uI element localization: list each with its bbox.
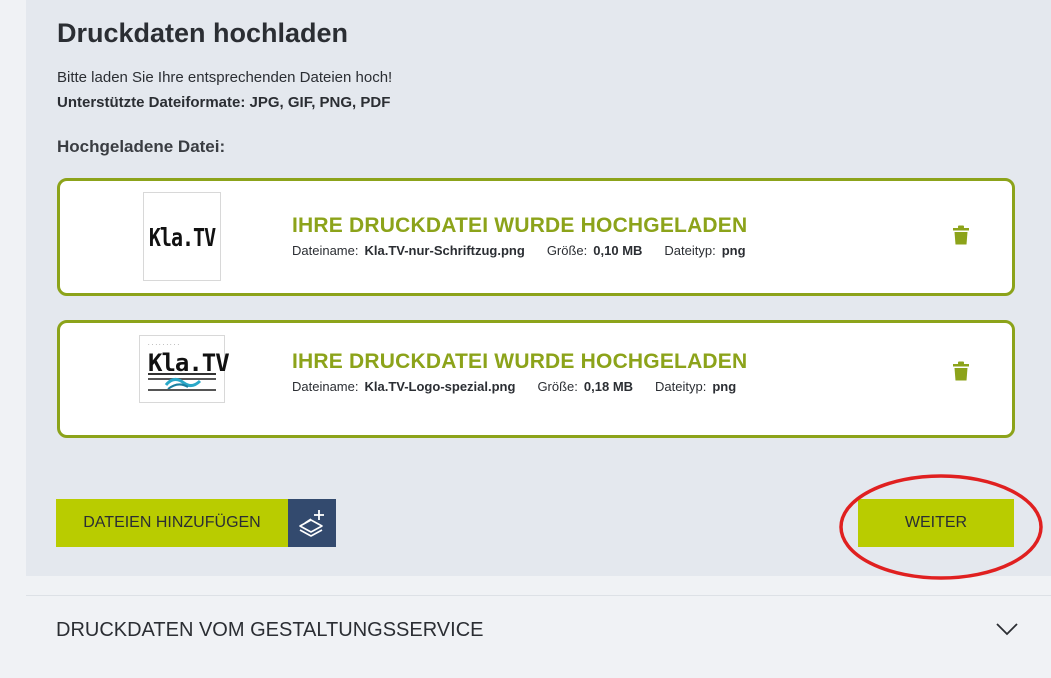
file-size-label: Größe: [537,379,578,394]
page-title: Druckdaten hochladen [57,18,349,48]
next-button[interactable]: WEITER [858,499,1014,547]
trash-icon[interactable] [953,361,969,381]
add-files-icon-button[interactable] [288,499,336,547]
file-meta: Dateiname: Kla.TV-Logo-spezial.png Größe: 0… [292,379,736,394]
upload-instructions: Bitte laden Sie Ihre entsprechenden Date… [57,69,393,86]
trash-icon[interactable] [953,225,969,245]
file-thumbnail: ········· Kla.TV [139,335,230,403]
supported-formats: Unterstützte Dateiformate: JPG, GIF, PNG… [57,94,391,111]
thumbnail-wave-graphic [148,373,216,391]
thumbnail-tagline: ········· [148,342,181,348]
design-service-accordion[interactable]: DRUCKDATEN VOM GESTALTUNGSSERVICE [26,596,1051,668]
chevron-down-icon [996,623,1018,636]
file-size: 0,10 MB [593,243,643,258]
uploaded-file-card: Kla.TV IHRE DRUCKDATEI WURDE HOCHGELADEN… [57,178,1015,296]
file-type: png [712,379,737,394]
file-size-label: Größe: [546,243,588,258]
file-meta: Dateiname: Kla.TV-nur-Schriftzug.png Größe… [292,243,746,258]
layers-plus-icon [299,510,324,537]
file-type: png [721,243,746,258]
upload-panel: Druckdaten hochladen Bitte laden Sie Ihr… [26,0,1051,576]
uploaded-files-heading: Hochgeladene Datei: [57,137,226,156]
uploaded-file-card: ········· Kla.TV IHRE DRUCKDATEI WURDE H… [57,320,1015,438]
file-type-label: Dateityp: [655,379,707,394]
file-thumbnail: Kla.TV [143,192,221,281]
file-name-label: Dateiname: [292,243,359,258]
file-size: 0,18 MB [583,379,634,394]
file-type-label: Dateityp: [664,243,716,258]
upload-status: IHRE DRUCKDATEI WURDE HOCHGELADEN [292,214,748,237]
thumbnail-logo-text: Kla.TV [148,221,216,252]
file-name: Kla.TV-Logo-spezial.png [364,379,516,394]
accordion-title: DRUCKDATEN VOM GESTALTUNGSSERVICE [56,619,484,641]
file-name: Kla.TV-nur-Schriftzug.png [364,243,525,258]
upload-status: IHRE DRUCKDATEI WURDE HOCHGELADEN [292,350,748,373]
file-name-label: Dateiname: [292,379,359,394]
add-files-button[interactable]: DATEIEN HINZUFÜGEN [56,499,288,547]
